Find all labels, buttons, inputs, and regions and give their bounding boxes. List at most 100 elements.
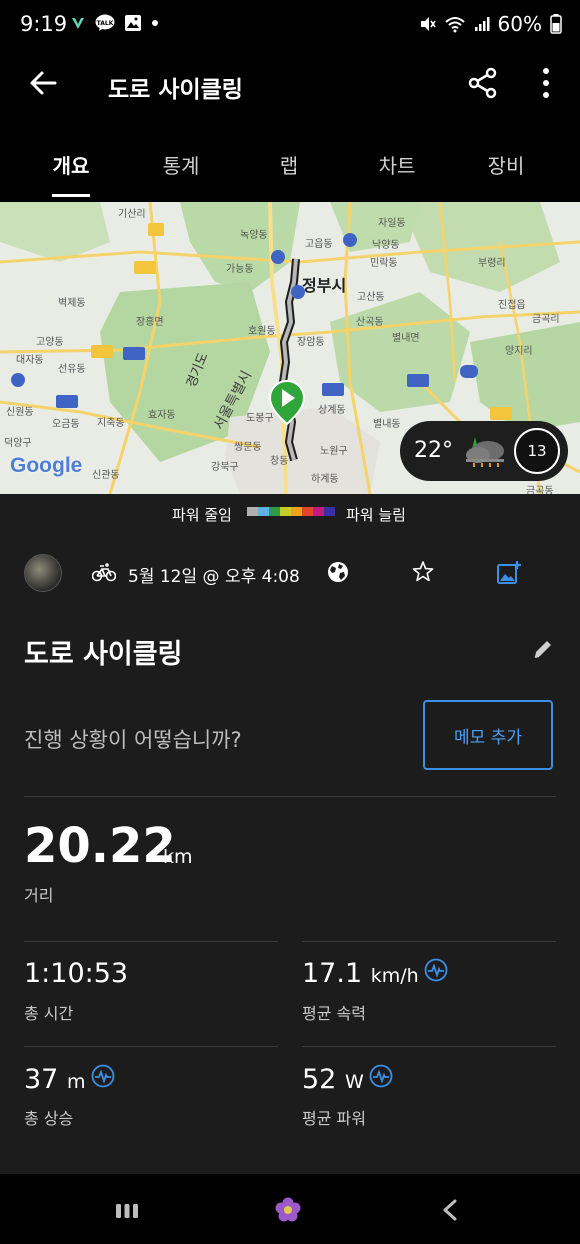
progress-question[interactable]: 진행 상황이 어떻습니까? (24, 724, 242, 754)
map-label: 고읍동 (305, 239, 333, 250)
route-map[interactable]: 기산리 녹양동 고읍동 자일동 낙양동 가능동 정부시 민락동 부령리 벽제동 … (0, 202, 580, 494)
wind-speed-dial: 13 (514, 428, 560, 474)
divider (24, 796, 556, 797)
activity-title: 도로 사이클링 (24, 639, 183, 670)
map-label: 고산동 (357, 292, 385, 303)
map-label: 장흥면 (136, 317, 164, 328)
map-label: 선유동 (58, 364, 86, 375)
wifi-icon (444, 17, 465, 33)
divider (302, 1046, 556, 1047)
share-icon[interactable] (466, 66, 500, 100)
map-label: 녹양동 (240, 230, 268, 241)
recent-apps-icon[interactable] (114, 1202, 140, 1220)
power-swatch (302, 507, 313, 516)
tab-stats[interactable]: 통계 (136, 150, 226, 179)
map-label: 기산리 (118, 209, 146, 220)
map-label: 민락동 (370, 258, 398, 269)
google-logo: Google (10, 454, 83, 477)
map-label: 금곡리 (532, 314, 560, 325)
home-flower-icon[interactable] (274, 1196, 302, 1224)
add-memo-button[interactable]: 메모 추가 (423, 700, 553, 770)
map-label: 하계동 (311, 474, 339, 485)
divider (24, 941, 278, 942)
gallery-icon (125, 15, 141, 31)
wind-speed: 13 (527, 442, 547, 460)
map-label: 신관동 (92, 470, 120, 481)
cloud-rain-icon (466, 437, 504, 467)
distance-label: 거리 (24, 886, 54, 905)
weather-widget[interactable]: 22° 13 (400, 421, 568, 481)
app-bar: 도로 사이클링 (0, 52, 580, 116)
dot-icon (152, 20, 158, 26)
tab-overview[interactable]: 개요 (26, 150, 116, 179)
map-label: 산곡동 (356, 317, 384, 328)
map-label: 강북구 (211, 462, 239, 473)
map-label: 창동 (270, 456, 289, 467)
map-label: 도봉구 (246, 413, 274, 424)
avatar[interactable] (24, 554, 62, 592)
map-label: 오금동 (52, 419, 80, 430)
map-label: 상계동 (318, 405, 346, 416)
add-photo-icon[interactable] (496, 560, 522, 586)
map-label: 진접읍 (498, 300, 526, 311)
power-swatch (313, 507, 324, 516)
map-label: 고양동 (36, 337, 64, 348)
page-title: 도로 사이클링 (108, 77, 243, 103)
map-label: 자일동 (378, 218, 406, 229)
tab-charts[interactable]: 차트 (352, 150, 442, 179)
map-label: 금곡동 (526, 486, 554, 494)
globe-icon[interactable] (326, 560, 350, 584)
avg-power-value: 52 W (302, 1064, 364, 1095)
power-swatch (291, 507, 302, 516)
map-label: 신원동 (6, 407, 34, 418)
active-tab-indicator (52, 194, 90, 197)
status-time: 9:19 (20, 12, 68, 36)
map-label: 양지리 (505, 346, 533, 357)
map-label: 별내동 (373, 419, 401, 430)
map-label: 대자동 (16, 355, 44, 366)
avg-speed-unit: km/h (370, 965, 419, 987)
power-swatch (269, 507, 280, 516)
power-low-label: 파워 줄임 (172, 506, 232, 524)
tab-gear[interactable]: 장비 (461, 150, 551, 179)
divider (302, 941, 556, 942)
power-swatch (280, 507, 291, 516)
total-time-label: 총 시간 (24, 1004, 74, 1023)
tab-laps[interactable]: 랩 (244, 150, 334, 179)
total-time-value: 1:10:53 (24, 958, 129, 989)
power-swatch (258, 507, 269, 516)
edit-pencil-icon[interactable] (532, 638, 554, 660)
pulse-chart-icon[interactable] (369, 1064, 393, 1088)
map-label: 낙양동 (372, 240, 400, 251)
more-options-icon[interactable] (536, 66, 556, 100)
map-label: 효자동 (148, 410, 176, 421)
avg-power-unit: W (344, 1071, 364, 1093)
power-legend: 파워 줄임 파워 늘림 (0, 494, 580, 534)
map-label: 쌍문동 (234, 442, 262, 453)
total-ascent-value: 37 m (24, 1064, 86, 1095)
back-nav-icon[interactable] (440, 1198, 460, 1222)
avg-speed-value: 17.1 km/h (302, 958, 419, 989)
map-label: 가능동 (226, 264, 254, 275)
cycling-icon (92, 563, 116, 582)
avg-speed-label: 평균 속력 (302, 1004, 366, 1023)
power-swatch (324, 507, 335, 516)
distance-value: 20.22 (24, 818, 176, 874)
pulse-chart-icon[interactable] (424, 958, 448, 982)
map-label: 벽제동 (58, 298, 86, 309)
map-label: 별내면 (392, 333, 420, 344)
total-ascent-unit: m (66, 1071, 86, 1093)
map-label: 지축동 (97, 418, 125, 429)
back-arrow-icon[interactable] (28, 66, 58, 100)
star-icon[interactable] (411, 560, 435, 584)
power-high-label: 파워 늘림 (346, 506, 406, 524)
power-swatch (247, 507, 258, 516)
v-app-icon (72, 18, 84, 29)
talk-icon: TALK (95, 14, 115, 31)
map-label: 부령리 (478, 258, 506, 269)
pulse-chart-icon[interactable] (91, 1064, 115, 1088)
svg-text:TALK: TALK (97, 20, 114, 27)
status-bar: 9:19 TALK 60% (0, 0, 580, 52)
map-label: 호원동 (248, 326, 276, 337)
total-ascent-label: 총 상승 (24, 1109, 74, 1128)
